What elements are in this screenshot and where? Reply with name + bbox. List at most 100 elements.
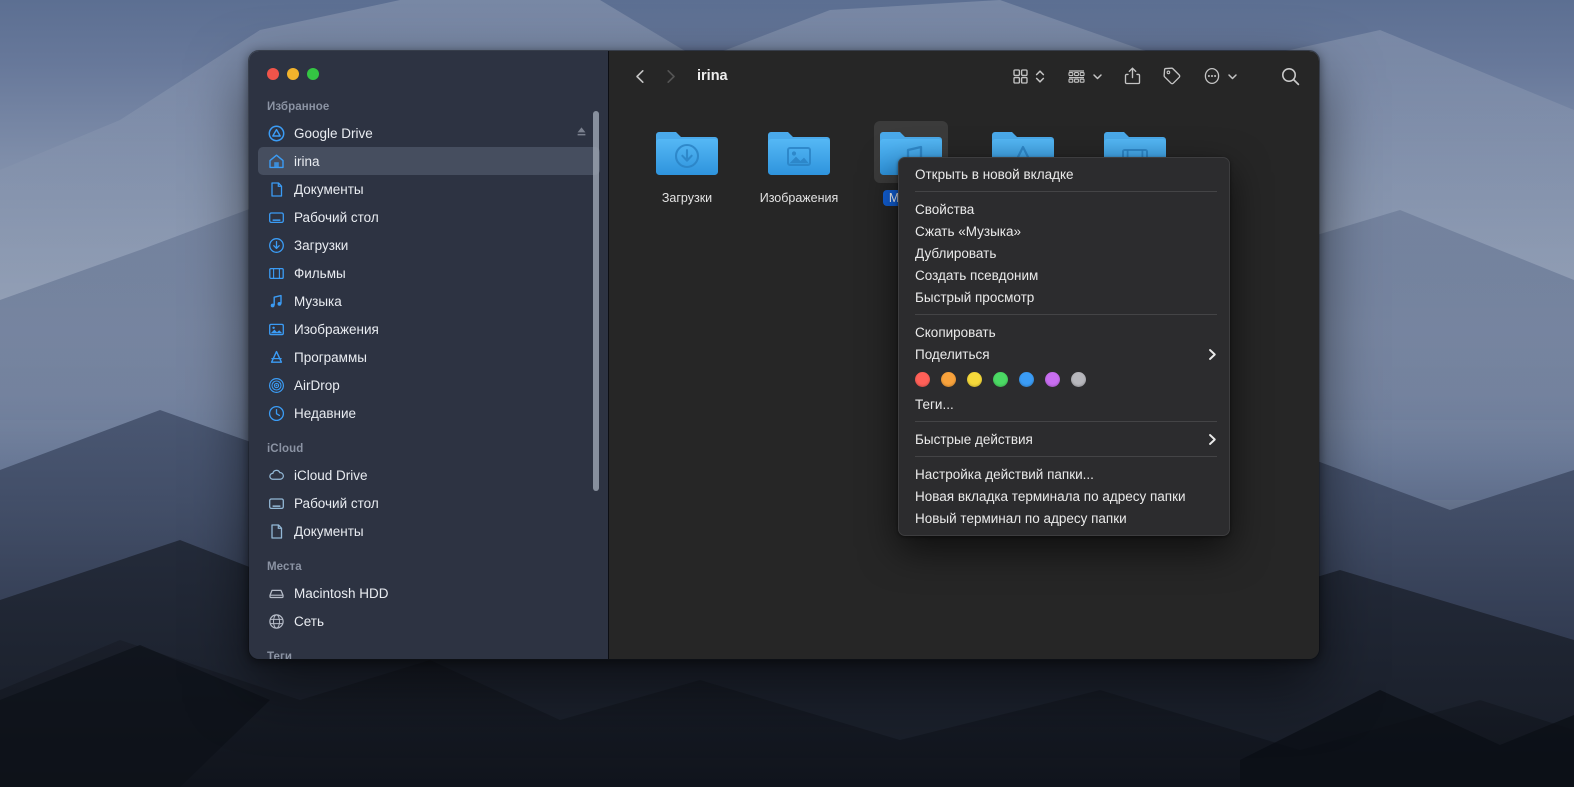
file-icon-box xyxy=(650,121,724,183)
sidebar-item-documents[interactable]: Документы xyxy=(258,175,600,203)
view-mode-control[interactable] xyxy=(1011,67,1046,86)
folder-context-menu: Открыть в новой вкладке Свойства Сжать «… xyxy=(898,157,1230,536)
file-icon-box xyxy=(762,121,836,183)
sidebar-item-irina[interactable]: irina xyxy=(258,147,600,175)
sidebar-item-label: Недавние xyxy=(294,406,356,421)
tag-color-orange[interactable] xyxy=(941,372,956,387)
maximize-button[interactable] xyxy=(307,68,319,80)
network-globe-icon xyxy=(267,612,285,630)
menu-item-tags[interactable]: Теги... xyxy=(899,393,1229,415)
sidebar-section-tags-title: Теги xyxy=(249,635,609,659)
menu-separator xyxy=(915,421,1217,422)
menu-item-new-terminal-at-folder[interactable]: Новый терминал по адресу папки xyxy=(899,507,1229,529)
group-by-chevron-icon[interactable] xyxy=(1092,67,1103,86)
sidebar-item-label: AirDrop xyxy=(294,378,340,393)
tag-color-purple[interactable] xyxy=(1045,372,1060,387)
sidebar-item-label: Рабочий стол xyxy=(294,496,379,511)
pictures-icon xyxy=(267,320,285,338)
group-by-control[interactable] xyxy=(1066,67,1103,86)
menu-item-duplicate[interactable]: Дублировать xyxy=(899,242,1229,264)
menu-item-get-info[interactable]: Свойства xyxy=(899,198,1229,220)
more-actions-chevron-icon[interactable] xyxy=(1227,67,1238,86)
menu-item-open-in-new-tab[interactable]: Открыть в новой вкладке xyxy=(899,163,1229,185)
share-icon[interactable] xyxy=(1123,66,1142,86)
folder-downloads-icon xyxy=(654,126,720,178)
sidebar-item-music[interactable]: Музыка xyxy=(258,287,600,315)
group-by-icon[interactable] xyxy=(1066,67,1087,86)
file-item-pictures[interactable]: Изображения xyxy=(743,115,855,206)
tag-color-green[interactable] xyxy=(993,372,1008,387)
menu-separator xyxy=(915,314,1217,315)
search-icon[interactable] xyxy=(1280,66,1301,87)
sidebar-item-applications[interactable]: Программы xyxy=(258,343,600,371)
sidebar-item-icloud-desktop[interactable]: Рабочий стол xyxy=(258,489,600,517)
tag-color-red[interactable] xyxy=(915,372,930,387)
sidebar-item-label: iCloud Drive xyxy=(294,468,368,483)
downloads-icon xyxy=(267,236,285,254)
document-icon xyxy=(267,522,285,540)
menu-item-make-alias[interactable]: Создать псевдоним xyxy=(899,264,1229,286)
desktop-wallpaper: Избранное Google Drive irina xyxy=(0,0,1574,787)
document-icon xyxy=(267,180,285,198)
menu-item-copy[interactable]: Скопировать xyxy=(899,321,1229,343)
chevron-right-icon xyxy=(1208,348,1217,361)
file-item-downloads[interactable]: Загрузки xyxy=(631,115,743,206)
menu-item-new-terminal-tab-at-folder[interactable]: Новая вкладка терминала по адресу папки xyxy=(899,485,1229,507)
airdrop-icon xyxy=(267,376,285,394)
minimize-button[interactable] xyxy=(287,68,299,80)
tag-icon[interactable] xyxy=(1162,66,1182,86)
hard-drive-icon xyxy=(267,584,285,602)
tag-color-blue[interactable] xyxy=(1019,372,1034,387)
back-chevron-icon[interactable] xyxy=(625,61,655,91)
sidebar-item-downloads[interactable]: Загрузки xyxy=(258,231,600,259)
tag-color-yellow[interactable] xyxy=(967,372,982,387)
view-stepper-icon[interactable] xyxy=(1034,67,1046,86)
sidebar-section-places-title: Места xyxy=(249,545,609,579)
applications-icon xyxy=(267,348,285,366)
menu-item-compress[interactable]: Сжать «Музыка» xyxy=(899,220,1229,242)
menu-item-label: Свойства xyxy=(915,202,974,217)
sidebar-item-icloud-documents[interactable]: Документы xyxy=(258,517,600,545)
sidebar-item-movies[interactable]: Фильмы xyxy=(258,259,600,287)
sidebar-item-network[interactable]: Сеть xyxy=(258,607,600,635)
sidebar-item-recents[interactable]: Недавние xyxy=(258,399,600,427)
menu-item-label: Скопировать xyxy=(915,325,996,340)
forward-chevron-icon[interactable] xyxy=(655,61,685,91)
menu-item-label: Настройка действий папки... xyxy=(915,467,1094,482)
desktop-icon xyxy=(267,208,285,226)
menu-item-label: Новый терминал по адресу папки xyxy=(915,511,1127,526)
sidebar-item-airdrop[interactable]: AirDrop xyxy=(258,371,600,399)
eject-icon[interactable] xyxy=(575,125,588,141)
tag-color-gray[interactable] xyxy=(1071,372,1086,387)
more-actions-icon[interactable] xyxy=(1202,66,1222,86)
menu-item-quick-look[interactable]: Быстрый просмотр xyxy=(899,286,1229,308)
menu-item-quick-actions[interactable]: Быстрые действия xyxy=(899,428,1229,450)
menu-item-label: Поделиться xyxy=(915,347,990,362)
icon-view-icon[interactable] xyxy=(1011,67,1030,86)
menu-item-label: Теги... xyxy=(915,397,954,412)
menu-item-label: Создать псевдоним xyxy=(915,268,1038,283)
menu-item-label: Сжать «Музыка» xyxy=(915,224,1021,239)
close-button[interactable] xyxy=(267,68,279,80)
sidebar-item-icloud-drive[interactable]: iCloud Drive xyxy=(258,461,600,489)
icloud-icon xyxy=(267,466,285,484)
google-drive-icon xyxy=(267,124,285,142)
sidebar-item-macintosh-hdd[interactable]: Macintosh HDD xyxy=(258,579,600,607)
window-traffic-lights xyxy=(249,51,609,95)
sidebar-item-label: Изображения xyxy=(294,322,379,337)
menu-item-label: Дублировать xyxy=(915,246,996,261)
sidebar-item-label: Музыка xyxy=(294,294,342,309)
more-actions-control[interactable] xyxy=(1202,66,1238,86)
sidebar-item-pictures[interactable]: Изображения xyxy=(258,315,600,343)
tag-color-swatches[interactable] xyxy=(899,365,1229,393)
sidebar-item-label: Macintosh HDD xyxy=(294,586,389,601)
sidebar-item-desktop[interactable]: Рабочий стол xyxy=(258,203,600,231)
menu-item-folder-actions-setup[interactable]: Настройка действий папки... xyxy=(899,463,1229,485)
menu-item-share[interactable]: Поделиться xyxy=(899,343,1229,365)
sidebar-item-label: Документы xyxy=(294,182,364,197)
sidebar-scrollbar[interactable] xyxy=(593,111,599,491)
sidebar-item-google-drive[interactable]: Google Drive xyxy=(258,119,600,147)
page-title: irina xyxy=(697,68,728,84)
sidebar-item-label: Google Drive xyxy=(294,126,373,141)
sidebar-item-label: Фильмы xyxy=(294,266,346,281)
